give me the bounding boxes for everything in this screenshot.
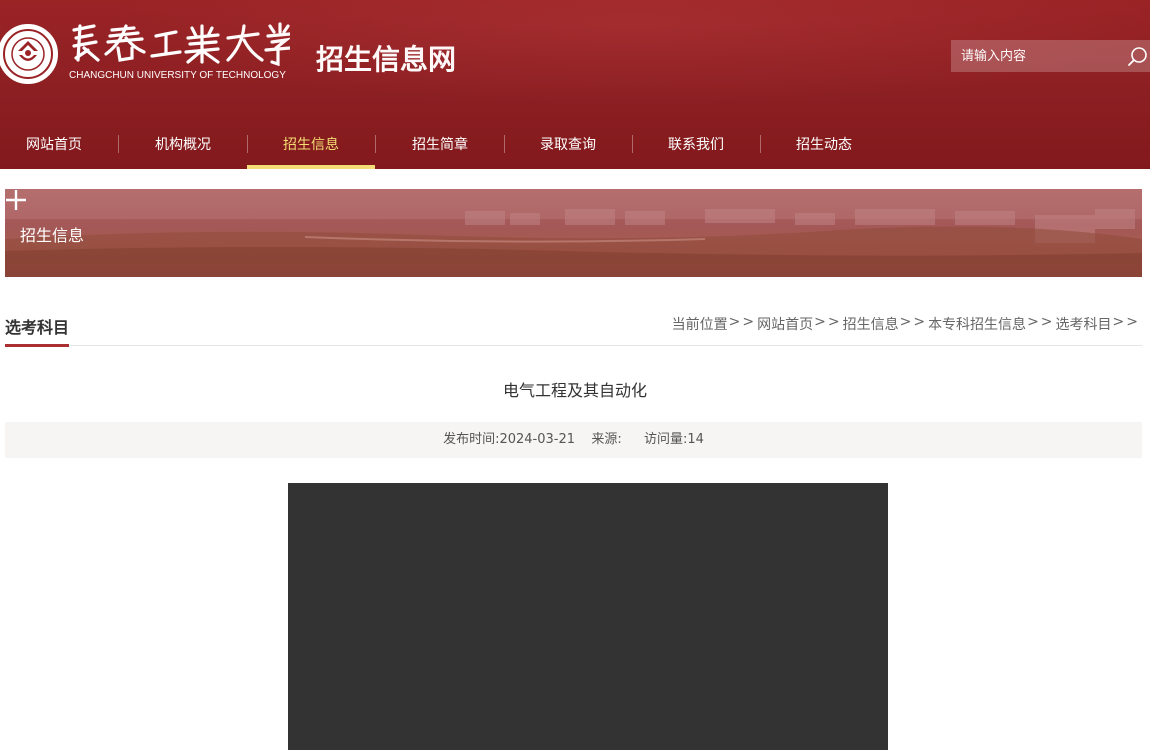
site-title: 招生信息网	[316, 43, 457, 76]
nav-item-brochure[interactable]: 招生简章	[376, 121, 504, 169]
nav-item-about[interactable]: 机构概况	[119, 121, 247, 169]
section-divider	[5, 345, 1142, 346]
video-player[interactable]	[288, 483, 888, 750]
breadcrumb-item-home[interactable]: 网站首页	[757, 314, 813, 334]
breadcrumb-separator: >>	[1027, 314, 1055, 330]
section-title-underline	[5, 344, 69, 347]
nav-item-contact[interactable]: 联系我们	[632, 121, 760, 169]
nav-item-news[interactable]: 招生动态	[760, 121, 888, 169]
main-nav: 网站首页 机构概况 招生信息 招生简章 录取查询 联系我们 招生动态	[0, 121, 1150, 169]
breadcrumb-item-subjects[interactable]: 选考科目	[1056, 314, 1112, 334]
campus-landscape-image	[5, 189, 1142, 277]
section-banner: 招生信息	[5, 189, 1142, 277]
nav-item-home[interactable]: 网站首页	[0, 121, 118, 169]
university-calligraphy-logo	[72, 22, 290, 66]
search-box	[951, 40, 1150, 72]
site-header: CHANGCHUN UNIVERSITY OF TECHNOLOGY 招生信息网…	[0, 0, 1150, 169]
breadcrumb-separator: >>	[1112, 314, 1140, 330]
nav-item-admission-info[interactable]: 招生信息	[247, 121, 375, 169]
section-title: 选考科目	[5, 318, 70, 337]
breadcrumb-separator: >>	[899, 314, 928, 330]
breadcrumb-separator: >>	[728, 314, 757, 330]
breadcrumb-item-undergrad-info[interactable]: 本专科招生信息	[928, 314, 1026, 334]
article-meta-bar: 发布时间:2024-03-21 来源: 访问量:14	[5, 422, 1142, 458]
search-input[interactable]	[951, 40, 1121, 72]
article-title: 电气工程及其自动化	[502, 381, 647, 400]
views-count: 14	[687, 432, 704, 447]
search-icon[interactable]	[1126, 44, 1150, 68]
publish-time-label: 发布时间:	[443, 432, 500, 447]
breadcrumb-prefix: 当前位置	[671, 317, 728, 333]
breadcrumb-item-admission-info[interactable]: 招生信息	[843, 314, 899, 334]
source-label: 来源:	[591, 432, 622, 447]
university-seal-logo[interactable]	[0, 24, 58, 84]
university-english-name: CHANGCHUN UNIVERSITY OF TECHNOLOGY	[69, 70, 286, 81]
breadcrumb-separator: >>	[814, 314, 842, 330]
nav-item-admission-query[interactable]: 录取查询	[504, 121, 632, 169]
breadcrumb: 当前位置 >> 网站首页 >> 招生信息 >> 本专科招生信息 >> 选考科目 …	[672, 314, 1141, 334]
banner-title: 招生信息	[20, 226, 85, 245]
views-label: 访问量:	[643, 432, 688, 447]
publish-date: 2024-03-21	[499, 432, 576, 447]
plus-icon[interactable]	[5, 189, 27, 211]
